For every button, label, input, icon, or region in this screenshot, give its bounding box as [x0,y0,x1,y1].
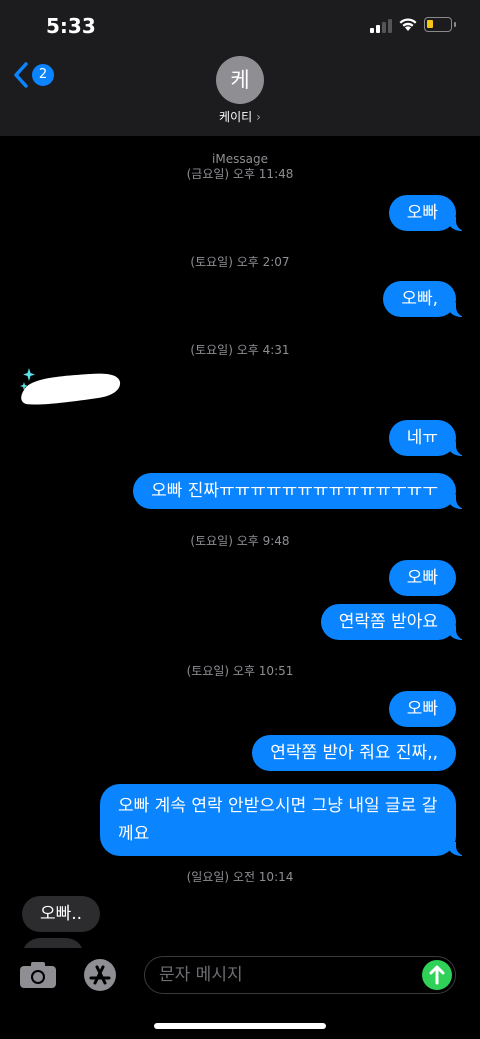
unread-count-badge: 2 [32,64,54,86]
outgoing-message[interactable]: 오빠 진짜ㅠㅠㅠㅠㅠㅠㅠㅠㅠㅠㅠㅜㅠㅜ [133,473,468,509]
outgoing-message[interactable]: 연락쫌 받아요 [320,604,469,640]
outgoing-message[interactable]: 오빠 [388,560,456,596]
send-button[interactable] [422,960,452,990]
timestamp: (토요일) 오후 10:51 [186,664,294,678]
contact-name: 케이티 [219,110,253,124]
sparkle-sticker-image[interactable] [20,368,124,408]
timestamp: (토요일) 오후 2:07 [190,255,290,269]
chevron-right-icon: › [256,110,261,124]
battery-icon [424,17,456,32]
outgoing-message[interactable]: 오빠 [388,691,456,727]
contact-name-button[interactable]: 케이티 › [0,108,480,125]
send-arrow-icon [429,965,445,985]
incoming-message[interactable]: 오빠.. [22,896,101,932]
timestamp: (금요일) 오후 11:48 [186,167,294,181]
status-time: 5:33 [46,14,96,38]
home-indicator[interactable] [154,1023,326,1029]
service-label: iMessage [212,152,268,166]
back-button[interactable]: 2 [12,60,54,90]
contact-avatar[interactable]: 케 [216,56,264,104]
message-input[interactable] [159,957,419,993]
cellular-signal-icon [370,19,392,33]
camera-icon[interactable] [18,960,58,990]
timestamp: (토요일) 오후 4:31 [190,343,290,357]
outgoing-message[interactable]: 연락쫌 받아 줘요 진짜,, [252,735,456,771]
timestamp: (일요일) 오전 10:14 [186,870,294,884]
timestamp: (토요일) 오후 9:48 [190,534,290,548]
compose-bar [0,948,480,1039]
outgoing-message[interactable]: 오빠 계속 연락 안받으시면 그냥 내일 글로 갈께요 [100,784,468,856]
chevron-left-icon [14,62,28,88]
message-input-field[interactable] [144,956,456,994]
message-thread[interactable]: iMessage (금요일) 오후 11:48 오빠 (토요일) 오후 2:07… [0,136,480,948]
outgoing-message[interactable]: 네ㅠ [388,420,469,456]
incoming-message[interactable] [22,938,84,948]
conversation-header: 5:33 2 케 케이티 › [0,0,480,136]
outgoing-message[interactable]: 오빠, [383,281,468,317]
outgoing-message[interactable]: 오빠 [388,195,469,231]
app-store-icon[interactable] [80,958,120,992]
wifi-icon [399,18,417,31]
